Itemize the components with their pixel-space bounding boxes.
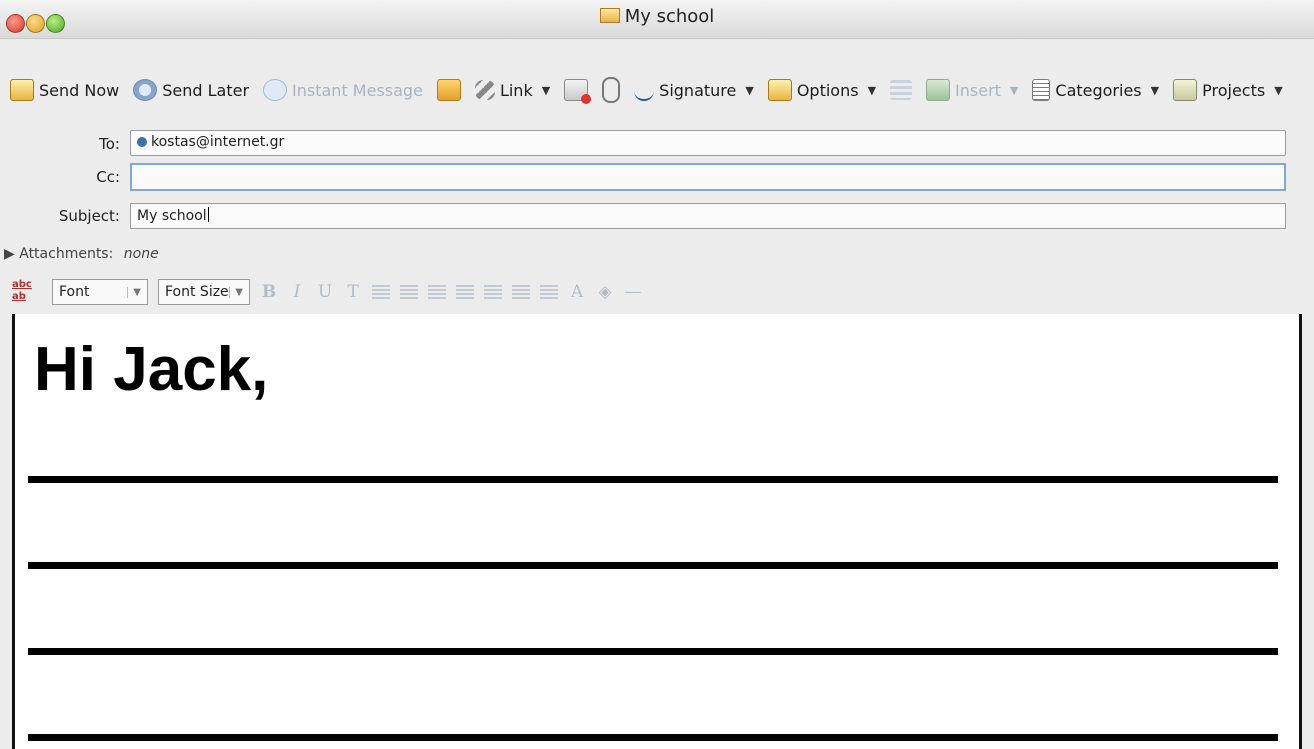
- instant-message-button[interactable]: Instant Message: [263, 79, 423, 101]
- link-icon: [474, 80, 495, 100]
- dropdown-caret-icon: ▼: [1274, 83, 1283, 97]
- align-center-icon[interactable]: [400, 285, 418, 299]
- subject-label: Subject:: [58, 207, 120, 225]
- align-right-icon[interactable]: [428, 285, 446, 299]
- projects-icon: [1173, 79, 1198, 101]
- text-cursor: [207, 207, 209, 222]
- to-label: To:: [99, 135, 120, 153]
- categories-icon: [1032, 79, 1051, 101]
- numbered-list-icon[interactable]: [456, 285, 474, 299]
- dropdown-caret-icon: ▼: [867, 83, 877, 97]
- align-left-icon[interactable]: [372, 285, 390, 299]
- window-title: My school: [0, 6, 1314, 27]
- options-icon: [767, 79, 792, 101]
- cc-field[interactable]: [130, 163, 1286, 191]
- attachments-row[interactable]: ▶ Attachments: none: [4, 246, 159, 262]
- spellcheck-icon[interactable]: abc ab: [12, 279, 42, 305]
- italic-button[interactable]: I: [288, 282, 306, 302]
- send-later-icon: [133, 79, 158, 101]
- instant-message-icon: [263, 79, 288, 101]
- delete-icon: [564, 79, 592, 104]
- font-select[interactable]: Font ▼: [52, 279, 148, 305]
- options-button[interactable]: Options ▼: [767, 79, 877, 101]
- underline-button[interactable]: U: [316, 282, 334, 302]
- send-now-icon: [10, 79, 34, 101]
- indent-icon[interactable]: [540, 285, 558, 299]
- contact-icon: [137, 137, 147, 147]
- categories-button[interactable]: Categories ▼: [1032, 79, 1159, 101]
- recipient-token[interactable]: kostas@internet.gr: [151, 134, 284, 150]
- message-icon: [599, 8, 620, 23]
- disclosure-triangle-icon[interactable]: ▶: [4, 246, 15, 262]
- dropdown-caret-icon: ▼: [541, 83, 551, 97]
- writing-line: [28, 562, 1278, 569]
- send-now-button[interactable]: Send Now: [10, 79, 119, 101]
- delete-button[interactable]: [564, 79, 592, 104]
- greeting-text: Hi Jack,: [34, 335, 269, 404]
- font-size-select[interactable]: Font Size ▼: [158, 279, 250, 305]
- dropdown-caret-icon: ▼: [1150, 83, 1160, 97]
- signature-icon: [634, 79, 655, 101]
- subject-field[interactable]: My school: [130, 203, 1286, 229]
- compose-window: My school Send Now Send Later Instant Me…: [0, 0, 1314, 749]
- arrows-button[interactable]: [890, 80, 913, 100]
- cc-label: Cc:: [96, 168, 120, 186]
- link-button[interactable]: Link ▼: [474, 80, 551, 100]
- signature-button[interactable]: Signature ▼: [634, 79, 754, 101]
- text-color-icon[interactable]: A: [568, 282, 586, 302]
- to-field[interactable]: kostas@internet.gr: [130, 130, 1286, 156]
- title-bar: My school: [0, 0, 1314, 39]
- format-toolbar: abc ab Font ▼ Font Size ▼ B I U T A ◈ —: [0, 272, 1314, 312]
- strikethrough-button[interactable]: T: [344, 282, 362, 302]
- dropdown-caret-icon: ▼: [1009, 83, 1019, 97]
- compose-toolbar: Send Now Send Later Instant Message Link…: [0, 62, 1314, 118]
- arrows-icon: [890, 80, 913, 100]
- projects-button[interactable]: Projects ▼: [1173, 79, 1283, 101]
- insert-icon: [926, 79, 951, 101]
- writing-line: [28, 476, 1278, 483]
- bulleted-list-icon[interactable]: [484, 285, 502, 299]
- attachment-icon: [602, 77, 621, 103]
- horizontal-rule-icon[interactable]: —: [624, 282, 642, 302]
- attach-button[interactable]: [602, 77, 621, 103]
- writing-line: [28, 734, 1278, 741]
- send-later-button[interactable]: Send Later: [133, 79, 249, 101]
- bold-button[interactable]: B: [260, 282, 278, 302]
- writing-line: [28, 648, 1278, 655]
- dropdown-caret-icon: ▼: [745, 83, 754, 97]
- select-arrow-icon: ▼: [127, 286, 141, 298]
- address-book-button[interactable]: [436, 79, 461, 101]
- outdent-icon[interactable]: [512, 285, 530, 299]
- highlight-color-icon[interactable]: ◈: [596, 282, 614, 302]
- insert-button[interactable]: Insert ▼: [926, 79, 1018, 101]
- address-book-icon: [436, 79, 461, 101]
- select-arrow-icon: ▼: [229, 286, 243, 298]
